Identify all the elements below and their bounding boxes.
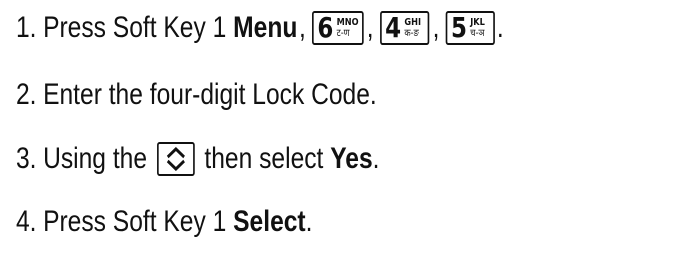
key-hindi: क-ङ: [404, 28, 419, 39]
step-number: 3.: [16, 142, 37, 175]
up-down-arrows-icon: [166, 147, 185, 171]
key-letters: MNO: [336, 17, 359, 28]
key-4-icon: 4 GHI क-ङ: [380, 11, 430, 45]
key-hindi: ट-ण: [336, 28, 350, 39]
step-text: Press Soft Key 1: [43, 205, 227, 238]
key-digit: 5: [450, 11, 467, 44]
period: .: [372, 142, 380, 175]
step-number: 2.: [16, 78, 37, 111]
step-1: 1. Press Soft Key 1 Menu, 6 MNO ट-ण , 4 …: [16, 10, 504, 46]
up-down-navigation-key-icon: [156, 142, 195, 176]
separator: ,: [299, 11, 306, 44]
key-letters: JKL: [470, 17, 485, 28]
key-5-icon: 5 JKL च-ञ: [446, 11, 496, 45]
key-hindi: च-ञ: [470, 28, 485, 39]
key-letters: GHI: [404, 17, 422, 28]
step-text: Press Soft Key 1: [43, 11, 227, 44]
period: .: [496, 11, 504, 44]
step-number: 4.: [16, 205, 37, 238]
key-6-icon: 6 MNO ट-ण: [312, 11, 364, 45]
step-text: Enter the four-digit Lock Code.: [43, 78, 377, 111]
key-digit: 6: [317, 11, 334, 44]
step-number: 1.: [16, 11, 37, 44]
step-text-after: then select: [204, 142, 324, 175]
step-2: 2. Enter the four-digit Lock Code.: [16, 77, 377, 113]
step-3: 3. Using the then select Yes.: [16, 141, 380, 177]
step-4: 4. Press Soft Key 1 Select.: [16, 204, 312, 240]
step-text: Using the: [43, 142, 148, 175]
menu-label: Menu: [233, 11, 298, 44]
separator: ,: [432, 11, 440, 44]
separator: ,: [366, 11, 374, 44]
period: .: [305, 205, 313, 238]
key-digit: 4: [385, 11, 402, 44]
yes-label: Yes: [330, 142, 373, 175]
select-label: Select: [233, 205, 306, 238]
